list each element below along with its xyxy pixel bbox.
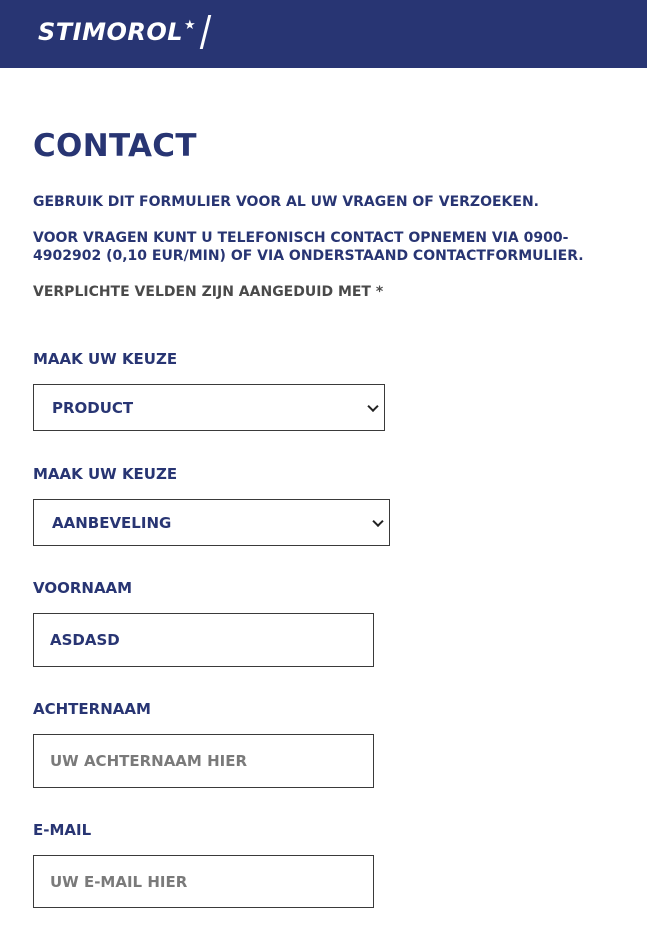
page-title: CONTACT bbox=[33, 128, 197, 164]
last-name-field[interactable] bbox=[33, 734, 374, 788]
intro-text: GEBRUIK DIT FORMULIER VOOR AL UW VRAGEN … bbox=[33, 194, 539, 210]
required-fields-note: VERPLICHTE VELDEN ZIJN AANGEDUID MET * bbox=[33, 284, 384, 300]
topic-select[interactable]: AANBEVELING bbox=[33, 499, 390, 546]
first-name-field[interactable] bbox=[33, 613, 374, 667]
choice-1-label: MAAK UW KEUZE bbox=[33, 350, 178, 368]
email-field[interactable] bbox=[33, 855, 374, 908]
topic-select-value: AANBEVELING bbox=[52, 513, 172, 532]
email-label: E-MAIL bbox=[33, 821, 92, 839]
site-header: STIMOROL ★ bbox=[0, 0, 647, 68]
stimorol-logo[interactable]: STIMOROL ★ bbox=[38, 14, 212, 50]
logo-slash-icon bbox=[199, 15, 212, 49]
logo-text: STIMOROL bbox=[38, 18, 184, 46]
logo-star-icon: ★ bbox=[184, 17, 197, 33]
chevron-down-icon bbox=[367, 400, 379, 412]
product-select[interactable]: PRODUCT bbox=[33, 384, 385, 431]
choice-2-label: MAAK UW KEUZE bbox=[33, 465, 178, 483]
first-name-label: VOORNAAM bbox=[33, 579, 133, 597]
phone-contact-text: VOOR VRAGEN KUNT U TELEFONISCH CONTACT O… bbox=[33, 230, 584, 264]
chevron-down-icon bbox=[372, 515, 384, 527]
last-name-label: ACHTERNAAM bbox=[33, 700, 151, 718]
product-select-value: PRODUCT bbox=[52, 398, 134, 417]
